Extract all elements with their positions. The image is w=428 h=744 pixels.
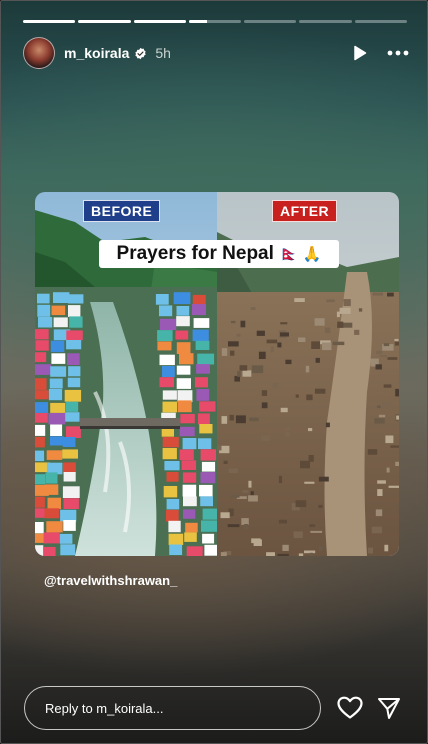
story-viewer: m_koirala 5h BEFORE AFTER Prayers for Ne… — [0, 0, 428, 744]
progress-fill — [188, 20, 208, 23]
avatar[interactable] — [23, 37, 55, 69]
story-caption[interactable]: @travelwithshrawan_ — [44, 573, 177, 588]
image-banner: Prayers for Nepal 🇳🇵 🙏 — [99, 240, 339, 268]
progress-segment — [133, 20, 186, 23]
progress-segment — [188, 20, 242, 23]
progress-fill — [23, 20, 76, 23]
heart-icon[interactable] — [337, 696, 363, 720]
story-image: BEFORE AFTER Prayers for Nepal 🇳🇵 🙏 — [35, 192, 399, 556]
progress-fill — [133, 20, 186, 23]
before-label: BEFORE — [83, 200, 161, 222]
progress-segment — [23, 20, 76, 23]
story-progress-bar — [23, 20, 407, 23]
time-ago: 5h — [155, 45, 171, 61]
play-icon[interactable] — [353, 45, 367, 61]
progress-segment — [299, 20, 352, 23]
banner-emoji: 🇳🇵 🙏 — [279, 246, 322, 263]
story-header: m_koirala 5h — [23, 36, 409, 70]
progress-segment — [354, 20, 407, 23]
after-label: AFTER — [272, 200, 338, 222]
username[interactable]: m_koirala — [64, 45, 129, 61]
send-icon[interactable] — [377, 696, 401, 720]
reply-placeholder: Reply to m_koirala... — [45, 700, 164, 716]
progress-segment — [78, 20, 131, 23]
verified-badge-icon — [135, 47, 147, 59]
more-icon[interactable] — [387, 50, 409, 56]
progress-fill — [78, 20, 131, 23]
progress-segment — [244, 20, 297, 23]
banner-text: Prayers for Nepal — [116, 243, 274, 264]
reply-input[interactable]: Reply to m_koirala... — [24, 686, 321, 730]
